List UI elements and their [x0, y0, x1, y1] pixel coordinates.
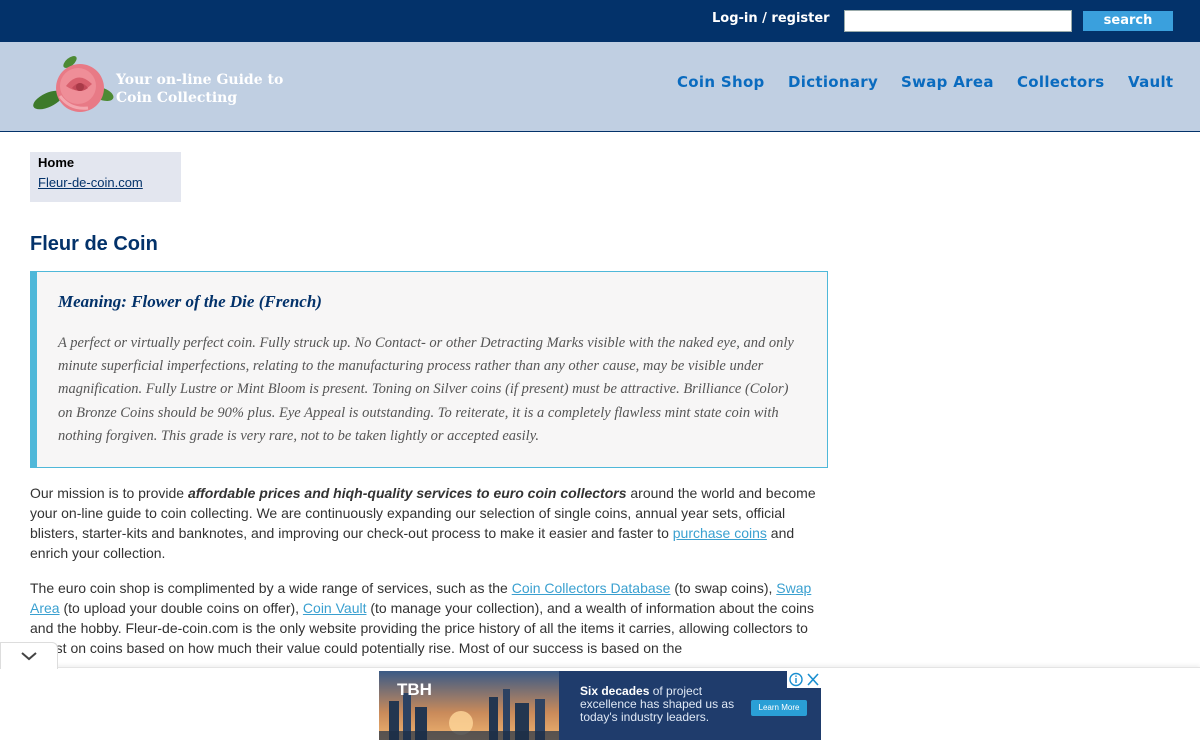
tagline-line-2: Coin Collecting	[116, 90, 238, 106]
ad-choices[interactable]	[787, 671, 821, 688]
ad-brand: TBH	[397, 680, 432, 699]
definition-box: Meaning: Flower of the Die (French) A pe…	[30, 271, 828, 468]
breadcrumb: Home Fleur-de-coin.com	[30, 152, 181, 202]
services-text-c: (to upload your double coins on offer),	[59, 600, 303, 616]
chevron-down-icon	[21, 652, 37, 661]
definition-text: A perfect or virtually perfect coin. Ful…	[58, 335, 794, 444]
breadcrumb-link[interactable]: Fleur-de-coin.com	[38, 176, 173, 190]
search-input[interactable]	[844, 10, 1072, 32]
top-bar: Log-in / register search	[0, 0, 1200, 42]
services-text-b: (to swap coins),	[670, 580, 777, 596]
coin-vault-link[interactable]: Coin Vault	[303, 600, 367, 616]
page-title: Fleur de Coin	[30, 233, 158, 255]
nav-collectors[interactable]: Collectors	[1017, 73, 1104, 91]
nav-vault[interactable]: Vault	[1128, 73, 1173, 91]
nav-coin-shop[interactable]: Coin Shop	[677, 73, 765, 91]
breadcrumb-home[interactable]: Home	[38, 156, 173, 176]
mission-paragraph: Our mission is to provide affordable pri…	[30, 483, 822, 563]
nav-swap-area[interactable]: Swap Area	[901, 73, 994, 91]
site-header: Your on-line Guide to Coin Collecting Co…	[0, 42, 1200, 132]
mission-text-a: Our mission is to provide	[30, 485, 188, 501]
purchase-coins-link[interactable]: purchase coins	[673, 525, 767, 541]
login-register-link[interactable]: Log-in / register	[712, 11, 830, 26]
rose-logo-icon[interactable]	[30, 52, 120, 122]
collapse-ad-button[interactable]	[0, 642, 58, 669]
search-button[interactable]: search	[1083, 11, 1173, 31]
nav-dictionary[interactable]: Dictionary	[788, 73, 878, 91]
site-tagline: Your on-line Guide to Coin Collecting	[116, 71, 283, 107]
ad-banner[interactable]: TBH Six decades of project excellence ha…	[379, 671, 821, 740]
ad-copy-bold: Six decades	[580, 684, 650, 698]
ad-learn-more-button[interactable]: Learn More	[751, 700, 807, 716]
services-text-a: The euro coin shop is complimented by a …	[30, 580, 512, 596]
ad-info-close-icon	[789, 672, 819, 687]
coin-collectors-database-link[interactable]: Coin Collectors Database	[512, 580, 671, 596]
tagline-line-1: Your on-line Guide to	[116, 72, 284, 88]
services-paragraph: The euro coin shop is complimented by a …	[30, 578, 822, 672]
definition-meaning: Meaning: Flower of the Die (French)	[58, 292, 322, 311]
ad-copy: Six decades of project excellence has sh…	[580, 685, 755, 724]
mission-emphasis: affordable prices and hiqh-quality servi…	[187, 485, 627, 501]
